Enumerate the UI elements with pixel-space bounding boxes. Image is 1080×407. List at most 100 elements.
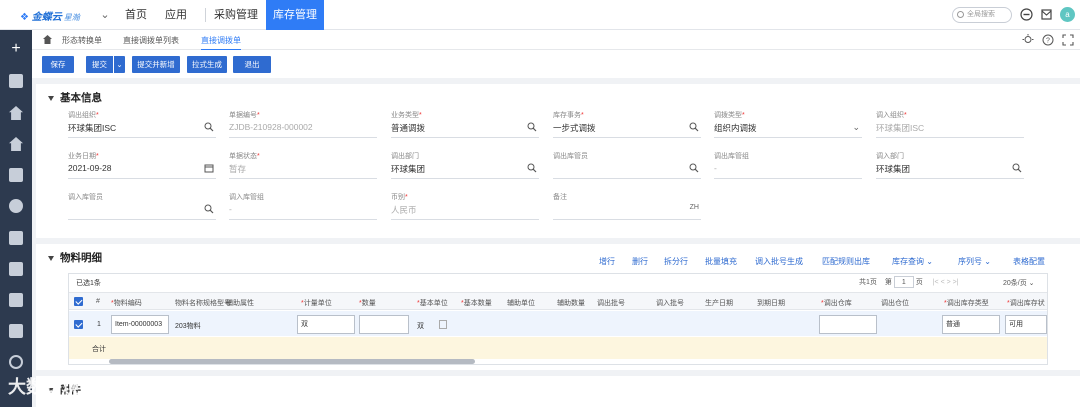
column-header[interactable]: *基本数量: [461, 298, 492, 308]
list-icon[interactable]: [9, 231, 23, 245]
material-code-input[interactable]: Item-00000003: [111, 315, 169, 334]
column-header[interactable]: 物料名称: [175, 298, 203, 308]
global-search-input[interactable]: 全局搜索: [952, 7, 1012, 23]
section-title[interactable]: 物料明细: [48, 250, 102, 265]
home-icon[interactable]: [9, 106, 23, 120]
field-15[interactable]: 备注 ZH: [553, 192, 701, 222]
field-11[interactable]: 调入部门 环球集团: [876, 151, 1024, 181]
field-14[interactable]: 币别* 人民币: [391, 192, 539, 222]
calendar-icon[interactable]: [204, 163, 214, 175]
column-header[interactable]: *计量单位: [301, 298, 332, 308]
stock-status-input[interactable]: 可用: [1005, 315, 1047, 334]
page-input[interactable]: 1: [893, 276, 914, 288]
logo[interactable]: ❖ 金蝶云 星瀚: [20, 8, 80, 23]
message-icon[interactable]: [1040, 8, 1053, 21]
fullscreen-icon[interactable]: [1062, 34, 1074, 46]
column-header[interactable]: *调出库存类型: [944, 298, 989, 308]
horizontal-scrollbar[interactable]: [109, 359, 475, 364]
tab-transfer-bill[interactable]: 直接调拨单: [201, 35, 241, 50]
org-icon[interactable]: [9, 199, 23, 213]
exit-button[interactable]: 退出: [233, 56, 271, 73]
select-all-checkbox[interactable]: [74, 297, 83, 306]
add-row-link[interactable]: 增行: [599, 256, 615, 267]
avatar[interactable]: a: [1060, 7, 1075, 22]
field-9[interactable]: 调出库管员: [553, 151, 701, 181]
submit-and-new-button[interactable]: 提交并新增: [132, 56, 180, 73]
column-header[interactable]: 辅助属性: [226, 298, 254, 308]
column-header[interactable]: *物料编码: [111, 298, 142, 308]
unit-input[interactable]: 双: [297, 315, 355, 334]
chevron-down-icon[interactable]: ⌄: [113, 56, 125, 73]
grid-config-link[interactable]: 表格配置: [1013, 256, 1045, 267]
minus-circle-icon[interactable]: [1020, 8, 1033, 21]
report-icon[interactable]: [9, 293, 23, 307]
chart-icon[interactable]: [9, 262, 23, 276]
nav-purchase[interactable]: 采购管理: [210, 0, 262, 30]
list-icon[interactable]: [439, 320, 447, 329]
column-header[interactable]: 到期日期: [757, 298, 785, 308]
search-icon[interactable]: [1012, 163, 1022, 175]
field-10[interactable]: 调出库管组 -: [714, 151, 862, 181]
calendar-icon[interactable]: [9, 168, 23, 182]
submit-button[interactable]: 提交 ⌄: [86, 56, 125, 73]
field-5[interactable]: 调入组织* 环球集团ISC: [876, 110, 1024, 140]
field-2[interactable]: 业务类型* 普通调拨: [391, 110, 539, 140]
field-12[interactable]: 调入库管员: [68, 192, 216, 222]
settings-icon[interactable]: [9, 355, 23, 369]
search-icon[interactable]: [527, 163, 537, 175]
lightbulb-icon[interactable]: [1022, 34, 1034, 46]
chevron-down-icon[interactable]: ⌄: [852, 122, 860, 133]
field-8[interactable]: 调出部门 环球集团: [391, 151, 539, 181]
home-alt-icon[interactable]: [9, 137, 23, 151]
column-header[interactable]: *基本单位: [417, 298, 448, 308]
field-13[interactable]: 调入库管组 -: [229, 192, 377, 222]
row-checkbox[interactable]: [74, 320, 83, 329]
column-header[interactable]: *调出库存状: [1007, 298, 1045, 308]
out-warehouse-input[interactable]: [819, 315, 877, 334]
save-button[interactable]: 保存: [42, 56, 74, 73]
column-header[interactable]: 辅助数量: [557, 298, 585, 308]
search-icon[interactable]: [689, 163, 699, 175]
help-icon[interactable]: ?: [1042, 34, 1054, 46]
serial-no-link[interactable]: 序列号 ⌄: [958, 256, 991, 267]
match-rule-link[interactable]: 匹配规则出库: [822, 256, 870, 267]
section-title[interactable]: 基本信息: [48, 90, 102, 105]
delete-row-link[interactable]: 删行: [632, 256, 648, 267]
column-header[interactable]: 辅助单位: [507, 298, 535, 308]
search-icon[interactable]: [204, 122, 214, 134]
column-header[interactable]: 调入批号: [656, 298, 684, 308]
batch-fill-link[interactable]: 批量填充: [705, 256, 737, 267]
field-3[interactable]: 库存事务* 一步式调拨: [553, 110, 701, 140]
column-header[interactable]: *调出仓库: [821, 298, 852, 308]
image-icon[interactable]: [9, 324, 23, 338]
lot-generate-link[interactable]: 调入批号生成: [755, 256, 803, 267]
column-header[interactable]: #: [96, 298, 100, 305]
column-header[interactable]: 生产日期: [705, 298, 733, 308]
field-7[interactable]: 单据状态* 暂存: [229, 151, 377, 181]
nav-home[interactable]: 首页: [118, 0, 154, 30]
home-icon[interactable]: [42, 34, 53, 45]
plus-icon[interactable]: +: [9, 41, 23, 57]
tab-transfer-list[interactable]: 直接调拨单列表: [123, 35, 179, 46]
split-row-link[interactable]: 拆分行: [664, 256, 688, 267]
page-size-select[interactable]: 20条/页 ⌄: [1003, 278, 1035, 288]
field-4[interactable]: 调拨类型* 组织内调拨 ⌄: [714, 110, 862, 140]
field-0[interactable]: 调出组织* 环球集团ISC: [68, 110, 216, 140]
document-icon[interactable]: [9, 74, 23, 88]
tab-form-convert[interactable]: 形态转换单: [62, 35, 102, 46]
quantity-input[interactable]: [359, 315, 409, 334]
search-icon[interactable]: [689, 122, 699, 134]
search-icon[interactable]: [204, 204, 214, 216]
field-1[interactable]: 单据编号* ZJDB-210928-000002: [229, 110, 377, 140]
nav-apps[interactable]: 应用: [158, 0, 194, 30]
stock-query-link[interactable]: 库存查询 ⌄: [892, 256, 933, 267]
column-header[interactable]: 调出批号: [597, 298, 625, 308]
push-generate-button[interactable]: 拉式生成: [187, 56, 227, 73]
field-6[interactable]: 业务日期* 2021-09-28: [68, 151, 216, 181]
search-icon[interactable]: [527, 122, 537, 134]
stock-type-input[interactable]: 普通: [942, 315, 1000, 334]
app-switcher-chevron-icon[interactable]: ⌄: [98, 0, 112, 30]
column-header[interactable]: *数量: [359, 298, 376, 308]
pager-nav-icons[interactable]: |< < > >|: [933, 279, 959, 286]
column-header[interactable]: 调出仓位: [881, 298, 909, 308]
